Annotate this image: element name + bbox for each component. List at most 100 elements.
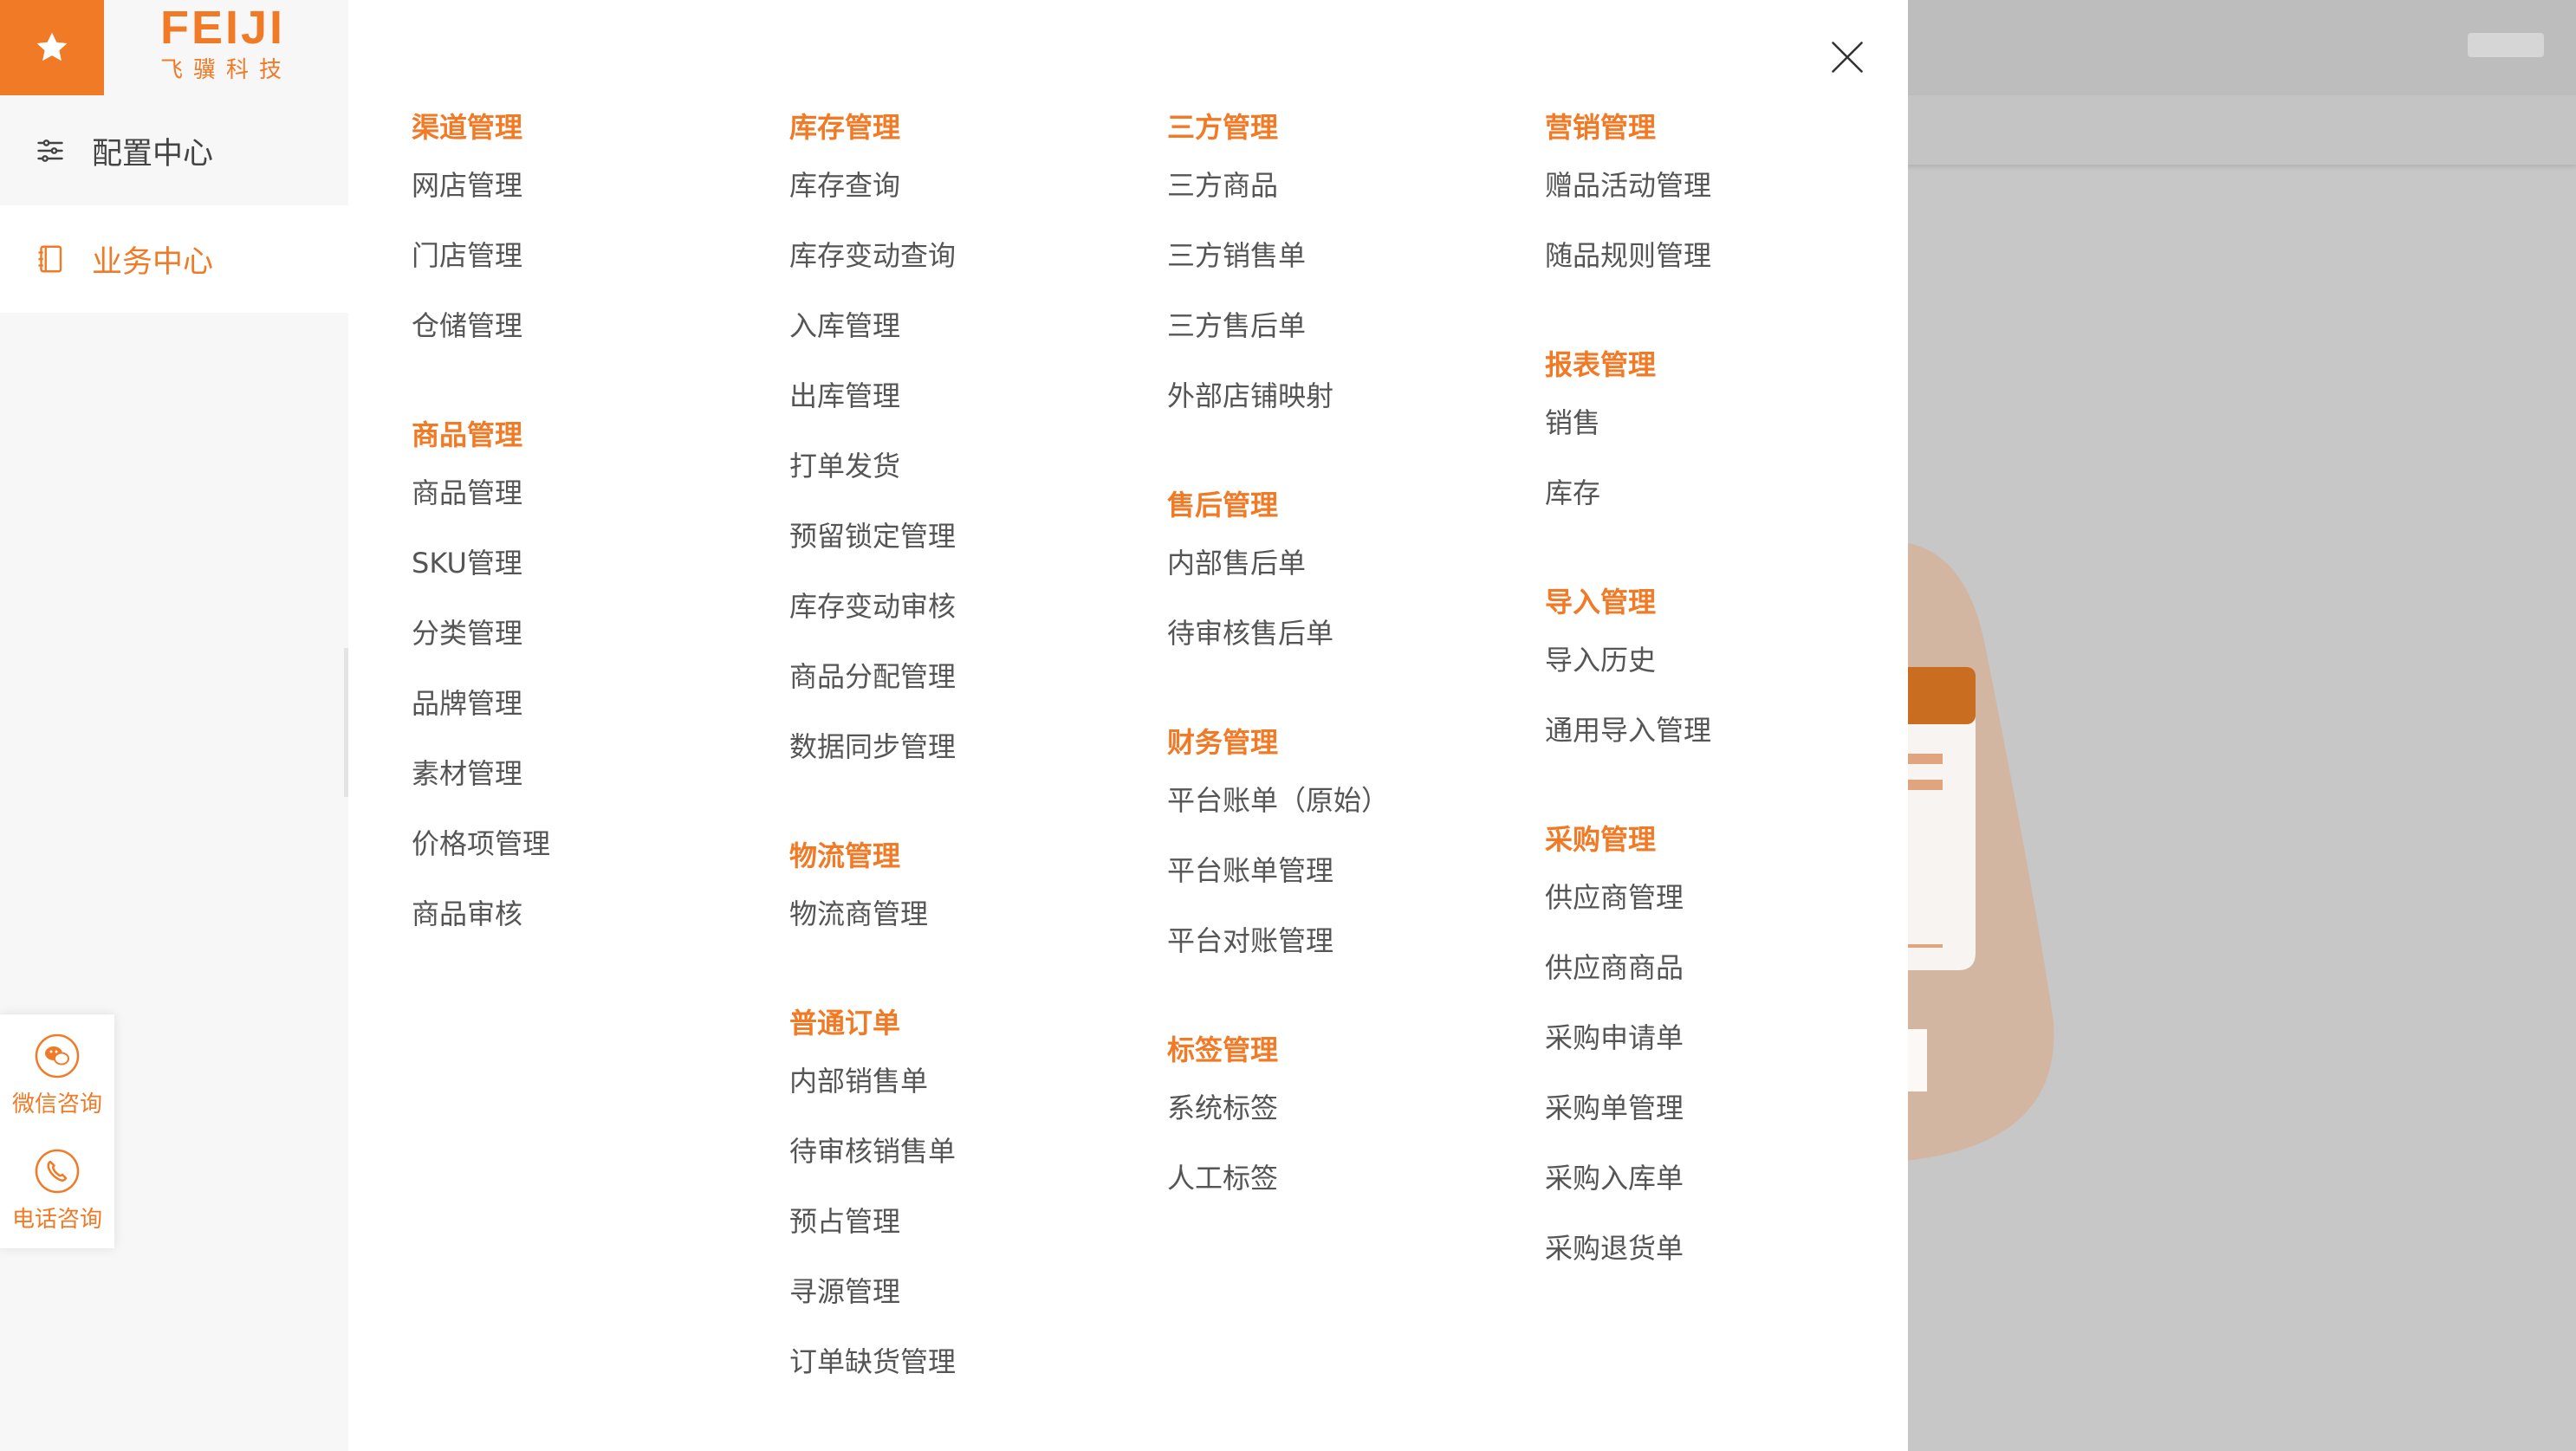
- menu-item[interactable]: 待审核售后单: [1167, 599, 1531, 669]
- close-icon: [1832, 42, 1863, 73]
- star-icon: [36, 32, 68, 62]
- brand-name-cn: 飞骥科技: [160, 57, 293, 83]
- menu-item[interactable]: 平台对账管理: [1167, 906, 1531, 976]
- menu-item[interactable]: 采购申请单: [1545, 1003, 1909, 1073]
- group-title: 渠道管理: [412, 111, 523, 144]
- menu-item[interactable]: 打单发货: [789, 431, 1153, 502]
- sidebar-item-label: 业务中心: [92, 244, 214, 280]
- wechat-consult-label: 微信咨询: [11, 1091, 102, 1117]
- menu-item[interactable]: 采购单管理: [1545, 1073, 1909, 1143]
- group-title: 标签管理: [1167, 1033, 1279, 1066]
- brand-name-en: FEIJI: [160, 2, 286, 54]
- sidebar-item-label: 配置中心: [92, 136, 214, 172]
- app-root: FEIJI 飞骥科技 配置中心 业务中心 微信咨询 电话咨询 渠道管理 网店管理…: [0, 0, 2576, 1451]
- phone-consult-label: 电话咨询: [11, 1206, 102, 1233]
- sidebar: FEIJI 飞骥科技 配置中心 业务中心 微信咨询 电话咨询: [0, 0, 348, 1451]
- menu-item[interactable]: 商品分配管理: [789, 642, 1153, 712]
- menu-item[interactable]: 数据同步管理: [789, 712, 1153, 782]
- menu-group-import: 导入管理 导入历史 通用导入管理: [1545, 579, 1909, 766]
- menu-group-purchasing: 采购管理 供应商管理 供应商商品 采购申请单 采购单管理 采购入库单 采购退货单: [1545, 816, 1909, 1284]
- menu-group-logistics: 物流管理 物流商管理: [789, 832, 1153, 949]
- wechat-consult-button[interactable]: 微信咨询: [0, 1019, 114, 1131]
- wechat-icon: [35, 1033, 80, 1078]
- menu-item[interactable]: 系统标签: [1167, 1073, 1531, 1143]
- group-title: 库存管理: [789, 111, 901, 144]
- menu-column-4: 营销管理 赠品活动管理 随品规则管理 报表管理 销售 库存 导入管理 导入历史 …: [1545, 104, 1909, 1334]
- menu-item[interactable]: 导入历史: [1545, 625, 1909, 696]
- menu-item[interactable]: 库存变动查询: [789, 221, 1153, 291]
- menu-item[interactable]: 采购退货单: [1545, 1214, 1909, 1284]
- menu-item[interactable]: 寻源管理: [789, 1257, 1153, 1327]
- group-title: 普通订单: [789, 1007, 901, 1040]
- menu-group-third-party: 三方管理 三方商品 三方销售单 三方售后单 外部店铺映射: [1167, 104, 1531, 431]
- menu-item[interactable]: SKU管理: [412, 528, 775, 599]
- brand-logo: FEIJI 飞骥科技: [160, 2, 299, 92]
- menu-item[interactable]: 平台账单（原始）: [1167, 766, 1531, 836]
- menu-item[interactable]: 分类管理: [412, 599, 775, 669]
- menu-item[interactable]: 商品管理: [412, 458, 775, 528]
- group-title: 营销管理: [1545, 111, 1657, 144]
- group-title: 售后管理: [1167, 489, 1279, 521]
- menu-item[interactable]: 随品规则管理: [1545, 221, 1909, 291]
- menu-item[interactable]: 外部店铺映射: [1167, 361, 1531, 431]
- menu-item[interactable]: 待审核销售单: [789, 1117, 1153, 1187]
- menu-item[interactable]: 物流商管理: [789, 879, 1153, 949]
- group-title: 物流管理: [789, 839, 901, 872]
- menu-item[interactable]: 预留锁定管理: [789, 502, 1153, 572]
- menu-group-tags: 标签管理 系统标签 人工标签: [1167, 1027, 1531, 1214]
- menu-column-1: 渠道管理 网店管理 门店管理 仓储管理 商品管理 商品管理 SKU管理 分类管理…: [412, 104, 775, 1000]
- menu-item[interactable]: 库存变动审核: [789, 572, 1153, 642]
- menu-item[interactable]: 库存查询: [789, 151, 1153, 221]
- group-title: 商品管理: [412, 418, 523, 451]
- user-avatar[interactable]: [2468, 33, 2544, 57]
- consult-widget: 微信咨询 电话咨询: [0, 1014, 114, 1248]
- menu-item[interactable]: 三方商品: [1167, 151, 1531, 221]
- menu-item[interactable]: 三方售后单: [1167, 291, 1531, 361]
- menu-item[interactable]: 平台账单管理: [1167, 836, 1531, 906]
- menu-item[interactable]: 仓储管理: [412, 291, 775, 361]
- menu-item[interactable]: 预占管理: [789, 1187, 1153, 1257]
- notebook-icon: [35, 242, 69, 276]
- menu-item[interactable]: 三方销售单: [1167, 221, 1531, 291]
- sidebar-item-config-center[interactable]: 配置中心: [0, 97, 348, 204]
- menu-item[interactable]: 内部售后单: [1167, 528, 1531, 599]
- menu-item[interactable]: 出库管理: [789, 361, 1153, 431]
- menu-item[interactable]: 商品审核: [412, 879, 775, 949]
- menu-item[interactable]: 供应商商品: [1545, 933, 1909, 1003]
- business-menu-panel: 渠道管理 网店管理 门店管理 仓储管理 商品管理 商品管理 SKU管理 分类管理…: [348, 0, 1908, 1451]
- menu-group-marketing: 营销管理 赠品活动管理 随品规则管理: [1545, 104, 1909, 291]
- menu-group-reports: 报表管理 销售 库存: [1545, 341, 1909, 528]
- group-title: 财务管理: [1167, 726, 1279, 759]
- menu-item[interactable]: 销售: [1545, 388, 1909, 458]
- menu-item[interactable]: 价格项管理: [412, 809, 775, 879]
- menu-item[interactable]: 人工标签: [1167, 1143, 1531, 1214]
- menu-item[interactable]: 内部销售单: [789, 1046, 1153, 1117]
- menu-item[interactable]: 素材管理: [412, 739, 775, 809]
- menu-item[interactable]: 通用导入管理: [1545, 696, 1909, 766]
- menu-group-inventory: 库存管理 库存查询 库存变动查询 入库管理 出库管理 打单发货 预留锁定管理 库…: [789, 104, 1153, 782]
- menu-item[interactable]: 采购入库单: [1545, 1143, 1909, 1214]
- sidebar-item-business-center[interactable]: 业务中心: [0, 205, 348, 313]
- menu-group-finance: 财务管理 平台账单（原始） 平台账单管理 平台对账管理: [1167, 719, 1531, 976]
- menu-item[interactable]: 门店管理: [412, 221, 775, 291]
- menu-group-after-sales: 售后管理 内部售后单 待审核售后单: [1167, 482, 1531, 669]
- group-title: 三方管理: [1167, 111, 1279, 144]
- menu-column-3: 三方管理 三方商品 三方销售单 三方售后单 外部店铺映射 售后管理 内部售后单 …: [1167, 104, 1531, 1264]
- phone-consult-button[interactable]: 电话咨询: [0, 1134, 114, 1247]
- menu-item[interactable]: 供应商管理: [1545, 863, 1909, 933]
- menu-item[interactable]: 品牌管理: [412, 669, 775, 739]
- menu-item[interactable]: 入库管理: [789, 291, 1153, 361]
- menu-column-2: 库存管理 库存查询 库存变动查询 入库管理 出库管理 打单发货 预留锁定管理 库…: [789, 104, 1153, 1448]
- sliders-icon: [35, 133, 69, 168]
- menu-group-channel: 渠道管理 网店管理 门店管理 仓储管理: [412, 104, 775, 361]
- group-title: 采购管理: [1545, 823, 1657, 856]
- close-button[interactable]: [1828, 38, 1866, 76]
- menu-group-product: 商品管理 商品管理 SKU管理 分类管理 品牌管理 素材管理 价格项管理 商品审…: [412, 411, 775, 949]
- menu-item[interactable]: 赠品活动管理: [1545, 151, 1909, 221]
- group-title: 报表管理: [1545, 348, 1657, 381]
- logo-star-button[interactable]: [0, 0, 104, 95]
- menu-item[interactable]: 库存: [1545, 458, 1909, 528]
- menu-group-orders: 普通订单 内部销售单 待审核销售单 预占管理 寻源管理 订单缺货管理: [789, 1000, 1153, 1397]
- menu-item[interactable]: 网店管理: [412, 151, 775, 221]
- menu-item[interactable]: 订单缺货管理: [789, 1327, 1153, 1397]
